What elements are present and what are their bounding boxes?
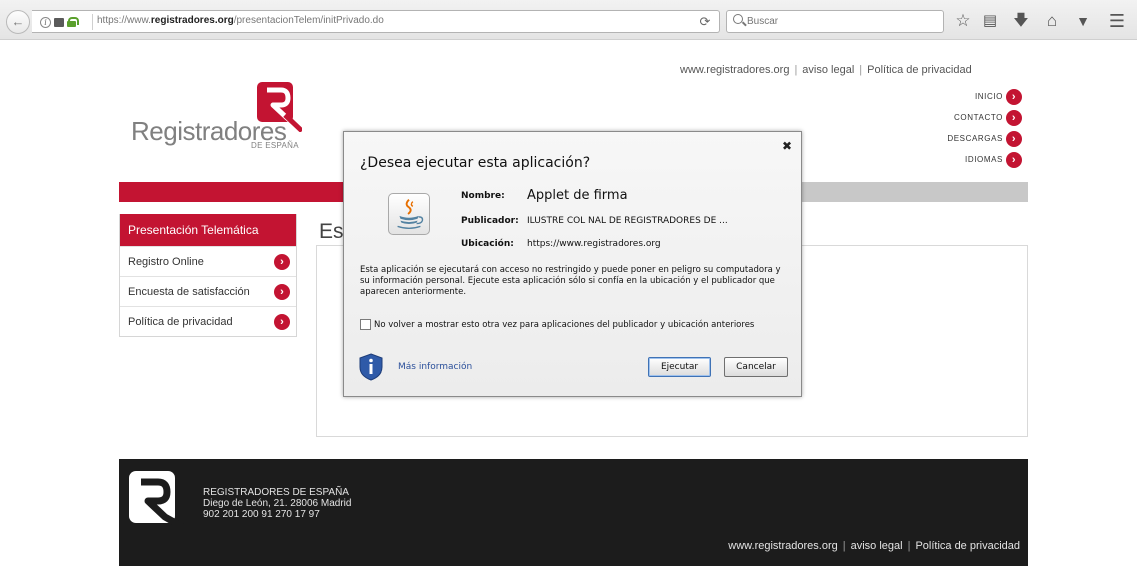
home-icon[interactable]: ⌂ [1041,10,1063,32]
search-bar[interactable] [726,10,944,33]
nav-label: IDIOMAS [965,155,1003,164]
search-icon [733,14,743,24]
top-link-privacy[interactable]: Política de privacidad [867,64,972,76]
url-prefix: https://www. [97,15,151,26]
arrow-right-icon: › [1006,88,1022,105]
arrow-right-icon: › [1006,130,1022,147]
url-domain: registradores.org [150,15,234,26]
reload-icon[interactable]: ⟳ [694,13,716,31]
content-title: Es [319,220,344,243]
nav-descargas[interactable]: DESCARGAS › [947,130,1022,147]
sidebar-item-registro-online[interactable]: Registro Online › [120,246,296,276]
footer-link-legal[interactable]: aviso legal [851,540,903,552]
location-value: https://www.registradores.org [527,239,661,249]
name-label: Nombre: [461,191,505,201]
sidebar-item-label: Política de privacidad [128,315,233,328]
footer-info: REGISTRADORES DE ESPAÑA Diego de León, 2… [203,487,351,520]
footer-logo-r-icon [129,471,185,527]
sidebar-item-privacidad[interactable]: Política de privacidad › [120,306,296,336]
sidebar-menu: Presentación Telemática Registro Online ›… [119,214,297,337]
pocket-icon[interactable]: ▼ [1072,10,1094,32]
nav-label: INICIO [974,92,1003,101]
search-input[interactable] [747,14,937,29]
bookmarks-list-icon[interactable]: ▤ [979,10,1001,32]
main-nav: INICIO › CONTACTO › DESCARGAS › IDIOMAS › [947,88,1022,168]
top-links: www.registradores.org | aviso legal | Políti… [680,64,972,76]
arrow-right-icon: › [274,253,290,270]
arrow-right-icon: › [1006,109,1022,126]
logo-sub: DE ESPAÑA [251,141,299,150]
arrow-right-icon: › [274,283,290,300]
back-arrow-icon[interactable]: ← [6,10,30,34]
footer-link-privacy[interactable]: Política de privacidad [915,540,1020,552]
java-security-dialog: ✖ ¿Desea ejecutar esta aplicación? Nombr… [343,131,802,397]
bookmark-star-icon[interactable]: ☆ [952,10,974,32]
sidebar-item-label: Registro Online [128,255,204,268]
sidebar-item-label: Encuesta de satisfacción [128,285,250,298]
checkbox-label: No volver a mostrar esto otra vez para a… [374,319,755,330]
more-info-link[interactable]: Más información [398,362,472,372]
nav-contacto[interactable]: CONTACTO › [954,109,1022,126]
lock-icon[interactable] [67,17,79,27]
url-text[interactable]: https://www.registradores.org/presentaci… [97,15,384,26]
footer-org: REGISTRADORES DE ESPAÑA [203,487,349,498]
registradores-logo[interactable]: Registradores DE ESPAÑA [131,82,302,152]
plugin-icon[interactable] [54,17,64,27]
java-cup-icon [388,193,430,235]
header-red-band [119,182,344,202]
url-path: /presentacionTelem/initPrivado.do [233,15,384,26]
close-icon[interactable]: ✖ [780,139,794,153]
arrow-right-icon: › [274,313,290,330]
browser-toolbar: ← i https://www.registradores.org/presen… [0,0,1137,40]
url-bar[interactable]: i https://www.registradores.org/presenta… [32,10,720,33]
footer-address: Diego de León, 21. 28006 Madrid [203,498,352,509]
footer-phones: 902 201 200 91 270 17 97 [203,509,320,520]
nav-idiomas[interactable]: IDIOMAS › [965,151,1022,168]
footer: REGISTRADORES DE ESPAÑA Diego de León, 2… [119,459,1028,566]
arrow-right-icon: › [1006,151,1022,168]
name-value: Applet de firma [527,188,628,203]
top-link-legal[interactable]: aviso legal [802,64,854,76]
url-divider [92,14,93,30]
security-warning-text: Esta aplicación se ejecutará con acceso … [360,265,781,297]
location-label: Ubicación: [461,239,514,249]
publisher-label: Publicador: [461,216,519,226]
run-button[interactable]: Ejecutar [648,357,711,377]
sidebar-title: Presentación Telemática [120,214,296,246]
nav-label: CONTACTO [954,113,1003,122]
menu-icon[interactable]: ☰ [1106,10,1128,32]
info-icon[interactable]: i [40,16,51,28]
logo-r-mark-icon [257,82,302,132]
top-link-site[interactable]: www.registradores.org [680,64,789,76]
cancel-button[interactable]: Cancelar [724,357,788,377]
header-grey-band [800,182,1028,202]
checkbox-box[interactable] [360,319,371,330]
footer-link-site[interactable]: www.registradores.org [728,540,837,552]
download-icon[interactable]: 🡇 [1010,10,1032,32]
site-identity[interactable]: i [40,14,79,30]
dialog-title: ¿Desea ejecutar esta aplicación? [360,155,591,171]
sidebar-item-encuesta[interactable]: Encuesta de satisfacción › [120,276,296,306]
footer-links: www.registradores.org | aviso legal | Políti… [728,540,1020,552]
dont-show-again-checkbox[interactable]: No volver a mostrar esto otra vez para a… [360,319,754,330]
nav-label: DESCARGAS [947,134,1003,143]
info-shield-icon [359,353,383,381]
nav-inicio[interactable]: INICIO › [975,88,1022,105]
publisher-value: ILUSTRE COL NAL DE REGISTRADORES DE ... [527,216,728,226]
